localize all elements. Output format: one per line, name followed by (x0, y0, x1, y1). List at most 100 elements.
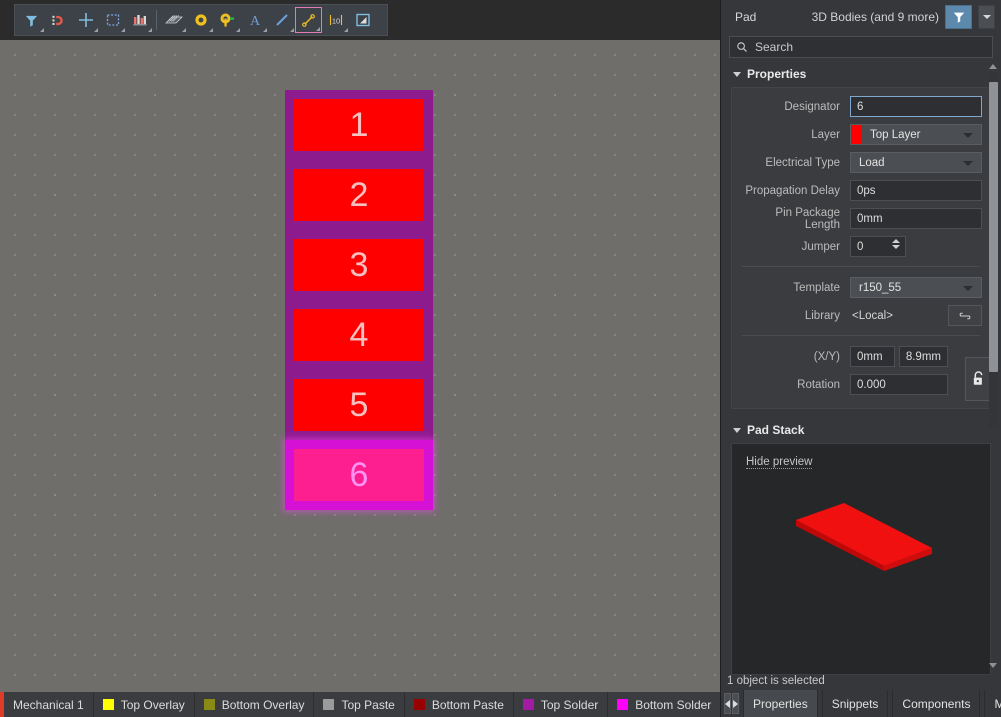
template-label: Template (793, 281, 840, 294)
pad-6[interactable]: 6 (285, 440, 433, 510)
tab-snippets[interactable]: Snippets (821, 690, 889, 717)
stepper-arrows[interactable] (892, 239, 900, 249)
collapse-triangle-icon (733, 71, 741, 77)
group-divider-2 (742, 335, 980, 336)
scroll-down-arrow[interactable] (989, 663, 997, 668)
group-divider (742, 266, 980, 267)
text-string-icon[interactable]: A (241, 7, 268, 33)
panel-scrollbar-thumb[interactable] (989, 82, 998, 372)
x-input[interactable]: 0mm (850, 346, 895, 367)
tab-label: Snippets (831, 696, 879, 711)
status-text: 1 object is selected (727, 675, 825, 687)
row-propagation-delay: Propagation Delay 0ps (740, 178, 982, 203)
pin-package-length-input[interactable]: 0mm (850, 208, 982, 229)
search-bar[interactable] (729, 36, 993, 58)
filter-tool-icon[interactable] (18, 7, 45, 33)
via-icon[interactable] (187, 7, 214, 33)
pad-designator-label: 6 (349, 456, 369, 494)
stepper-down-icon[interactable] (892, 245, 900, 249)
link-library-button[interactable] (948, 305, 982, 326)
pad-icon[interactable] (214, 7, 241, 33)
scroll-up-arrow[interactable] (989, 64, 997, 69)
filter-button[interactable] (945, 4, 972, 29)
tab-components[interactable]: Components (892, 690, 981, 717)
layer-color-swatch (522, 699, 534, 710)
panel-scrollbar[interactable] (989, 72, 998, 427)
link-icon (959, 312, 971, 319)
rotation-label: Rotation (797, 378, 840, 391)
layer-tab-mechanical-1[interactable]: Mechanical 1 (4, 692, 94, 717)
dimension-icon[interactable] (295, 7, 322, 33)
dropdown-corner-icon (121, 28, 125, 32)
coordinate-icon[interactable]: 10 (322, 7, 349, 33)
row-template: Template r150_55 (740, 275, 982, 300)
dropdown-corner-icon (94, 28, 98, 32)
layer-tab-label: Top Solder (540, 697, 599, 712)
designator-input[interactable]: 6 (850, 96, 982, 117)
designator-label: Designator (784, 100, 840, 113)
pad-2[interactable]: 2 (285, 160, 433, 230)
tab-scroll-right-button[interactable] (732, 693, 739, 714)
hide-preview-link[interactable]: Hide preview (746, 456, 813, 469)
row-electrical-type: Electrical Type Load (740, 150, 982, 175)
svg-text:A: A (249, 14, 260, 28)
chevron-right-icon (733, 699, 738, 708)
board-3d-icon[interactable] (160, 7, 187, 33)
tab-scroll-left-button[interactable] (724, 693, 731, 714)
row-layer: Layer Top Layer (740, 122, 982, 147)
panel-tab-bar: Properties Snippets Components Manu (721, 690, 1001, 717)
pad-stack-preview[interactable]: Hide preview (731, 443, 991, 675)
dropdown-corner-icon (290, 28, 294, 32)
tab-properties[interactable]: Properties (743, 690, 818, 717)
chevron-down-icon (963, 285, 973, 291)
crosshair-placement-icon[interactable] (72, 7, 99, 33)
tab-manufacturer[interactable]: Manu (984, 690, 1001, 717)
dropdown-corner-icon (40, 28, 44, 32)
polygon-pour-icon[interactable] (349, 7, 376, 33)
template-select[interactable]: r150_55 (850, 277, 982, 298)
dropdown-corner-icon (263, 28, 267, 32)
dropdown-corner-icon (344, 28, 348, 32)
propagation-delay-input[interactable]: 0ps (850, 180, 982, 201)
y-input[interactable]: 8.9mm (898, 346, 948, 367)
xy-inputs: 0mm 8.9mm (850, 346, 948, 367)
filter-dropdown-button[interactable] (978, 4, 995, 29)
layer-tab-label: Top Paste (341, 697, 395, 712)
jumper-stepper[interactable]: 0 (850, 236, 906, 257)
layer-color-swatch (203, 699, 215, 710)
electrical-type-select[interactable]: Load (850, 152, 982, 173)
layer-tab-bar[interactable]: Mechanical 1 Top Overlay Bottom Overlay … (0, 692, 720, 717)
lock-aspect-button[interactable] (965, 357, 991, 401)
layer-tab-label: Bottom Overlay (221, 697, 305, 712)
pad-designator-label: 4 (349, 316, 369, 354)
layer-tab-bottom-paste[interactable]: Bottom Paste (405, 692, 514, 717)
pad-3[interactable]: 3 (285, 230, 433, 300)
properties-section-label: Properties (747, 67, 807, 81)
rotation-input[interactable]: 0.000 (850, 374, 948, 395)
chevron-down-icon (982, 14, 991, 19)
line-icon[interactable] (268, 7, 295, 33)
layer-tab-top-overlay[interactable]: Top Overlay (94, 692, 195, 717)
layer-stack-icon[interactable] (126, 7, 153, 33)
layer-tab-bottom-overlay[interactable]: Bottom Overlay (195, 692, 315, 717)
layer-tab-top-paste[interactable]: Top Paste (314, 692, 405, 717)
pcb-canvas[interactable]: 1 2 3 4 5 6 (0, 40, 720, 692)
tab-label: Manu (994, 696, 1001, 711)
pad-5[interactable]: 5 (285, 370, 433, 440)
panel-title: Pad (735, 9, 757, 24)
layer-tab-bottom-solder[interactable]: Bottom Solder (608, 692, 720, 717)
layer-tab-top-solder[interactable]: Top Solder (514, 692, 609, 717)
properties-group: Designator 6 Layer Top Layer Electrical … (731, 87, 991, 409)
stepper-up-icon[interactable] (892, 239, 900, 243)
pad-1[interactable]: 1 (285, 90, 433, 160)
dropdown-corner-icon (316, 27, 320, 31)
select-area-icon[interactable] (99, 7, 126, 33)
pad-4[interactable]: 4 (285, 300, 433, 370)
properties-section-header[interactable]: Properties (721, 58, 1001, 87)
magnet-snap-icon[interactable] (45, 7, 72, 33)
search-input[interactable] (755, 40, 986, 54)
panel-header: Pad 3D Bodies (and 9 more) (721, 0, 1001, 33)
pad-stack-section-header[interactable]: Pad Stack (721, 409, 1001, 443)
layer-select[interactable]: Top Layer (850, 124, 982, 145)
library-label: Library (804, 309, 840, 322)
